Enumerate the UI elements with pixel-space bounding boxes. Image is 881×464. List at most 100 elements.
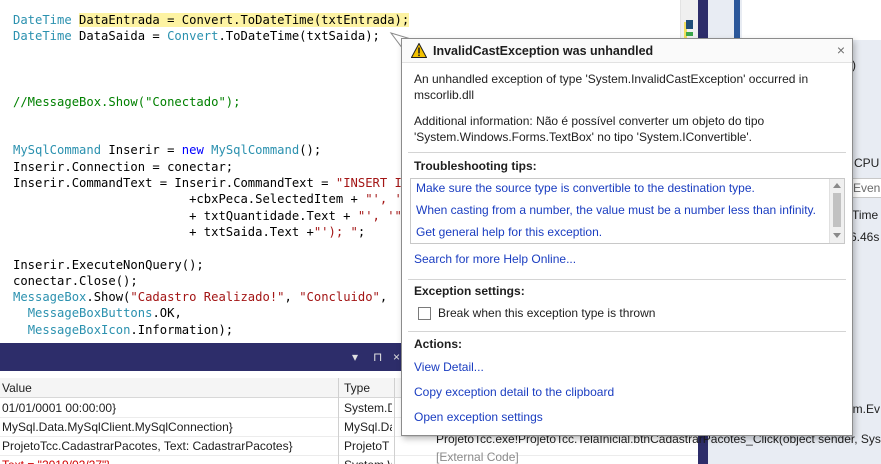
close-icon[interactable]: × [393, 350, 400, 364]
column-divider[interactable] [394, 378, 395, 464]
local-type: MySql.Da [344, 420, 392, 434]
code-line[interactable]: MySqlCommand Inserir = new MySqlCommand(… [13, 142, 321, 158]
scroll-map-current-line-marker [686, 20, 693, 29]
local-value: 01/01/0001 00:00:00} [2, 401, 117, 415]
code-token: DataSaida = [71, 29, 168, 44]
exception-helper: InvalidCastException was unhandled × An … [401, 38, 853, 436]
section-divider [408, 152, 846, 153]
code-token: MessageBoxIcon [27, 322, 131, 337]
code-token: Convert [167, 29, 219, 44]
callstack-external-code[interactable]: [External Code] [436, 450, 519, 464]
code-token: Inserir = [101, 143, 182, 158]
column-value[interactable]: Value [2, 380, 32, 396]
break-on-throw-checkbox[interactable] [418, 307, 431, 320]
code-token: "', '" [357, 208, 402, 223]
tip-link-convertible[interactable]: Make sure the source type is convertible… [416, 180, 755, 196]
column-divider[interactable] [338, 378, 339, 464]
locals-row[interactable]: Text = "2019/02/27"} System.W [0, 456, 698, 464]
local-value: Text = "2019/02/27"} [2, 458, 336, 464]
dock-cpu-label: CPU [854, 156, 880, 170]
code-token: , [284, 290, 300, 305]
code-token: "Cadastro Realizado!" [130, 290, 285, 305]
code-token: MessageBox [13, 290, 87, 305]
code-line[interactable]: DateTime DataEntrada = Convert.ToDateTim… [13, 12, 410, 28]
code-token: new [181, 143, 204, 158]
tip-link-general-help[interactable]: Get general help for this exception. [416, 224, 602, 240]
code-line[interactable]: Inserir.ExecuteNonQuery(); [13, 257, 204, 273]
code-token: , [379, 290, 388, 305]
code-line[interactable]: +cbxPeca.SelectedItem + "', '" + [13, 191, 424, 207]
code-line[interactable]: conectar.Close(); [13, 273, 138, 289]
section-divider [408, 331, 846, 332]
code-token: "Concluido" [299, 290, 380, 305]
scroll-down-icon[interactable] [833, 233, 841, 238]
code-token: MySqlCommand [211, 143, 300, 158]
dock-time-value: 6.46s [850, 230, 880, 244]
code-token: MySqlCommand [13, 143, 102, 158]
exception-title: InvalidCastException was unhandled [433, 44, 654, 58]
scroll-up-icon[interactable] [833, 183, 841, 188]
code-token: (); [299, 143, 322, 158]
code-line[interactable]: MessageBoxButtons.OK, [13, 305, 182, 321]
local-value: ProjetoTcc.CadastrarPacotes, Text: Cadas… [2, 439, 293, 453]
exception-titlebar: InvalidCastException was unhandled × [402, 39, 852, 63]
code-line[interactable]: Inserir.Connection = conectar; [13, 159, 233, 175]
troubleshooting-list: Make sure the source type is convertible… [410, 178, 845, 244]
dock-accent-bar [734, 0, 740, 40]
code-line[interactable]: Inserir.CommandText = Inserir.CommandTex… [13, 175, 424, 191]
column-type[interactable]: Type [344, 380, 370, 396]
local-value: MySql.Data.MySqlClient.MySqlConnection} [2, 420, 233, 434]
code-token: DataEntrada = Convert.ToDateTime(txtEntr… [79, 13, 410, 27]
exception-additional-info: Additional information: Não é possível c… [414, 114, 765, 144]
code-token: + txtSaida.Text + [13, 224, 314, 239]
code-line[interactable]: //MessageBox.Show("Conectado"); [13, 94, 240, 110]
local-type: ProjetoT [344, 439, 390, 453]
code-line[interactable]: + txtSaida.Text +"'); "; [13, 224, 365, 240]
search-help-online-link[interactable]: Search for more Help Online... [414, 251, 576, 267]
code-token: DateTime [13, 13, 72, 27]
exception-settings-heading: Exception settings: [414, 284, 525, 298]
code-token: Inserir.ExecuteNonQuery(); [13, 257, 204, 272]
section-divider [408, 279, 846, 280]
code-token: "'); " [313, 224, 358, 239]
dock-time-header: Time [852, 208, 879, 222]
code-token: DateTime [13, 29, 72, 44]
code-line[interactable]: + txtQuantidade.Text + "', '" + [13, 208, 417, 224]
code-token: //MessageBox.Show("Conectado"); [13, 94, 241, 109]
code-token: conectar.Close(); [13, 273, 138, 288]
local-type: System.D [344, 401, 392, 415]
troubleshooting-heading: Troubleshooting tips: [414, 159, 537, 173]
code-token: ; [357, 224, 366, 239]
dropdown-icon[interactable]: ▾ [352, 350, 358, 364]
code-token: Inserir.CommandText = Inserir.CommandTex… [13, 176, 336, 190]
copy-detail-link[interactable]: Copy exception detail to the clipboard [414, 384, 614, 400]
dock-top-pane [742, 0, 881, 40]
local-type: System.W [344, 458, 392, 464]
code-token: .Show( [86, 290, 131, 305]
code-token: .OK, [152, 306, 182, 321]
code-token: + txtQuantidade.Text + [13, 208, 358, 223]
tip-link-infinity[interactable]: When casting from a number, the value mu… [416, 202, 816, 218]
view-detail-link[interactable]: View Detail... [414, 359, 484, 375]
code-token: Inserir.Connection = conectar; [13, 159, 234, 174]
break-on-throw-label[interactable]: Break when this exception type is thrown [438, 305, 655, 321]
actions-heading: Actions: [414, 337, 462, 351]
warning-icon [411, 43, 427, 58]
code-token: MessageBoxButtons [27, 306, 153, 321]
code-token: .Information); [130, 322, 234, 337]
dock-events-placeholder: Even [853, 181, 881, 195]
code-line[interactable]: DateTime DataSaida = Convert.ToDateTime(… [13, 28, 380, 44]
close-icon[interactable]: × [834, 42, 848, 58]
code-token: +cbxPeca.SelectedItem + [13, 192, 366, 207]
pin-icon[interactable]: ⊓ [373, 350, 382, 364]
scroll-map-saved-marker [686, 32, 693, 36]
code-token: .ToDateTime(txtSaida); [218, 29, 380, 44]
open-exception-settings-link[interactable]: Open exception settings [414, 409, 543, 425]
tips-scrollbar[interactable] [829, 179, 844, 243]
tips-scroll-thumb[interactable] [833, 193, 841, 227]
code-line[interactable]: MessageBoxIcon.Information); [13, 322, 233, 338]
code-line[interactable]: MessageBox.Show("Cadastro Realizado!", "… [13, 289, 387, 305]
